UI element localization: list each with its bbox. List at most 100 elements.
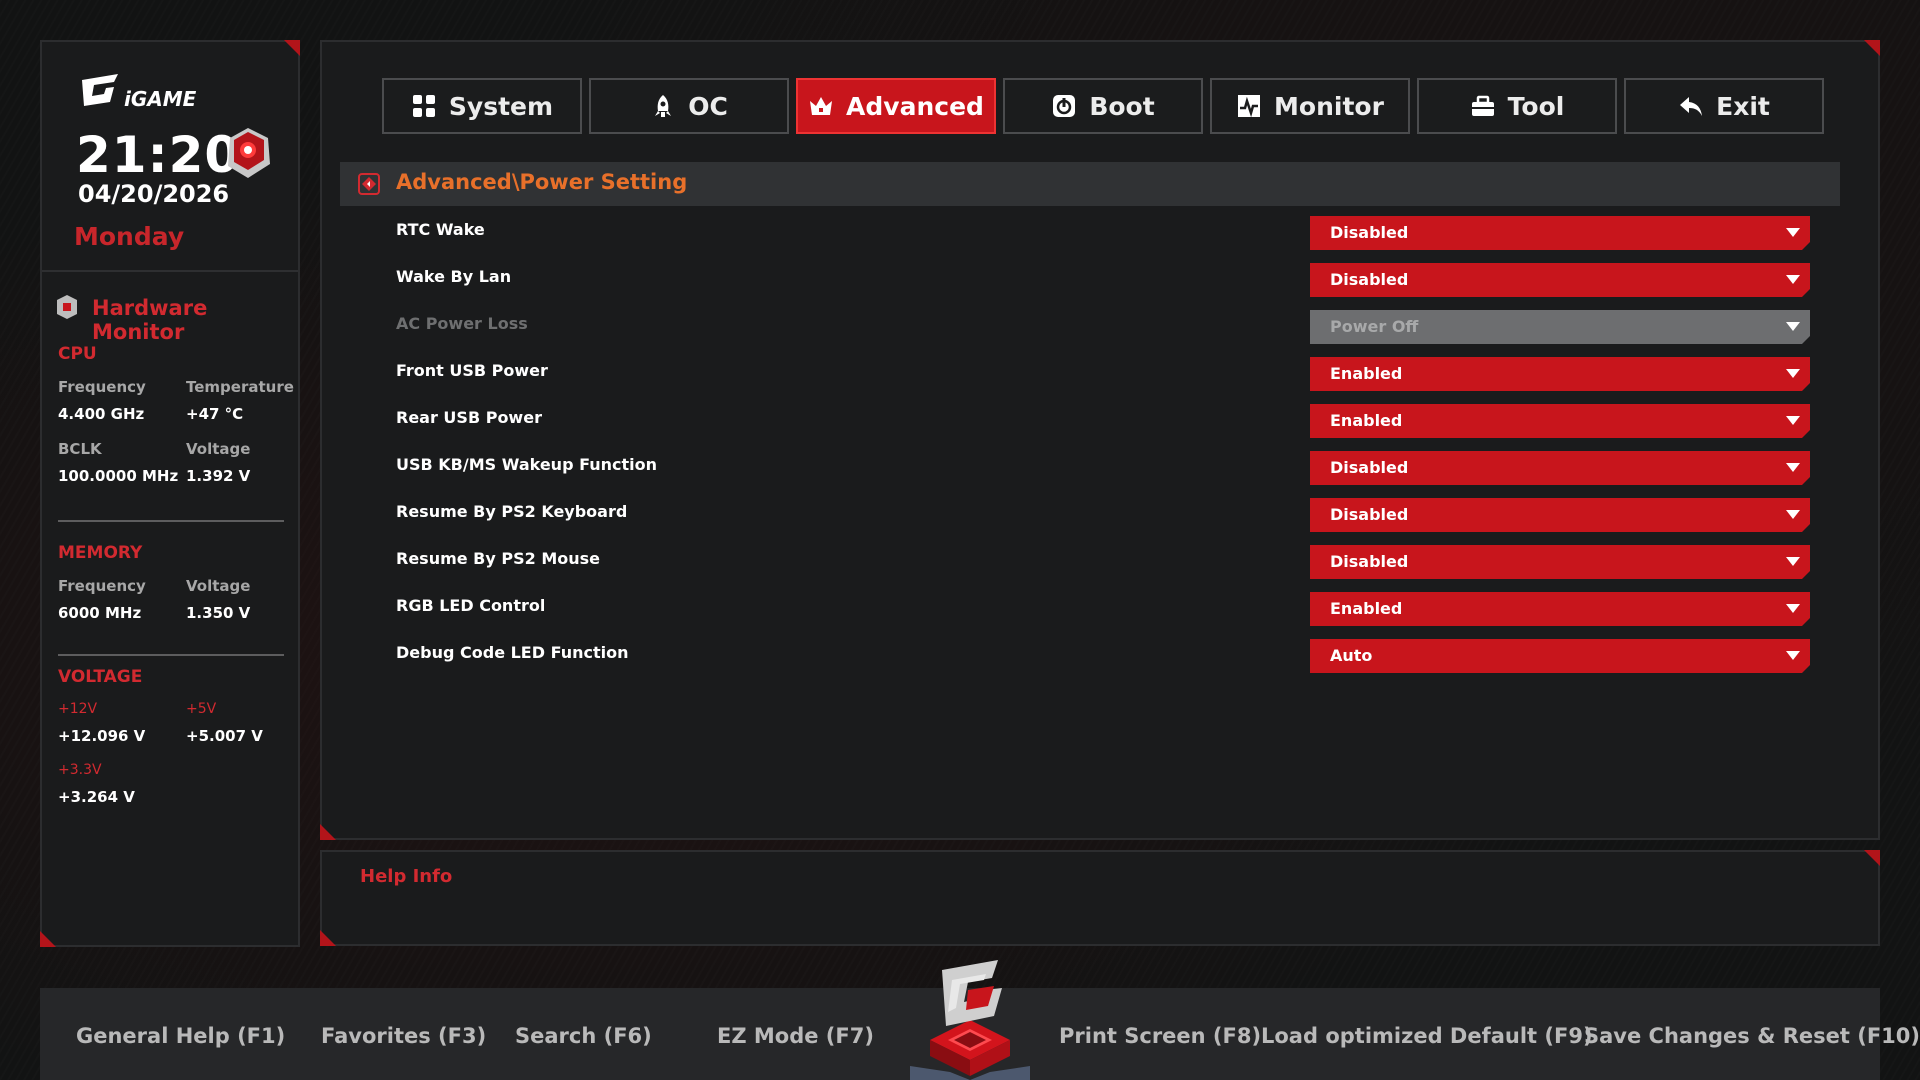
clock-date: 04/20/2026: [78, 180, 230, 208]
setting-label-debug-code-led: Debug Code LED Function: [396, 643, 629, 662]
tab-advanced[interactable]: Advanced: [796, 78, 996, 134]
hardware-monitor-icon: [57, 295, 77, 319]
tab-boot[interactable]: Boot: [1003, 78, 1203, 134]
igame-emblem-icon: [910, 960, 1030, 1080]
memory-frequency-value: 6000 MHz: [58, 604, 142, 622]
dropdown-value: Enabled: [1330, 411, 1403, 430]
dropdown-value: Disabled: [1330, 270, 1409, 289]
load-defaults-button[interactable]: Load optimized Default (F9): [1261, 1024, 1593, 1048]
tab-oc-label: OC: [688, 91, 728, 121]
dropdown-value: Disabled: [1330, 223, 1409, 242]
dropdown-arrow-icon: [1786, 322, 1800, 331]
setting-label-wake-by-lan: Wake By Lan: [396, 267, 512, 286]
dropdown-value: Auto: [1330, 646, 1373, 665]
sidebar-panel: iGAME 21:20 04/20/2026 Monday Hardware M…: [40, 40, 300, 947]
cpu-voltage-label: Voltage: [186, 440, 251, 458]
favorites-button[interactable]: Favorites (F3): [321, 1024, 486, 1048]
tab-tool[interactable]: Tool: [1417, 78, 1617, 134]
setting-dropdown-rear-usb-power[interactable]: Enabled: [1310, 404, 1810, 438]
memory-divider: [58, 654, 284, 656]
breadcrumb: Advanced\Power Setting: [396, 170, 688, 194]
dropdown-corner: [1802, 336, 1810, 344]
tab-monitor-label: Monitor: [1274, 91, 1384, 121]
setting-dropdown-rgb-led-control[interactable]: Enabled: [1310, 592, 1810, 626]
help-panel: Help Info: [320, 850, 1880, 946]
grid-icon: [412, 95, 435, 117]
setting-label-resume-ps2-keyboard: Resume By PS2 Keyboard: [396, 502, 628, 521]
toolbox-icon: [1471, 95, 1494, 116]
setting-dropdown-resume-ps2-mouse[interactable]: Disabled: [1310, 545, 1810, 579]
tab-boot-label: Boot: [1089, 91, 1155, 121]
tab-monitor[interactable]: Monitor: [1210, 78, 1410, 134]
dropdown-corner: [1802, 383, 1810, 391]
clock-day: Monday: [74, 222, 185, 251]
dropdown-arrow-icon: [1786, 369, 1800, 378]
sidebar-divider: [42, 270, 298, 272]
dropdown-arrow-icon: [1786, 510, 1800, 519]
logo-text: iGAME: [124, 87, 197, 111]
v12-value: +12.096 V: [58, 727, 146, 745]
v5-value: +5.007 V: [186, 727, 263, 745]
dropdown-corner: [1802, 242, 1810, 250]
setting-dropdown-wake-by-lan[interactable]: Disabled: [1310, 263, 1810, 297]
dropdown-corner: [1802, 618, 1810, 626]
dropdown-value: Disabled: [1330, 552, 1409, 571]
setting-dropdown-front-usb-power[interactable]: Enabled: [1310, 357, 1810, 391]
back-diamond-icon[interactable]: [358, 173, 380, 195]
tab-exit[interactable]: Exit: [1624, 78, 1824, 134]
breadcrumb-bar: Advanced\Power Setting: [340, 162, 1840, 206]
save-reset-button[interactable]: Save Changes & Reset (F10): [1584, 1024, 1920, 1048]
dropdown-value: Enabled: [1330, 364, 1403, 383]
dropdown-corner: [1802, 477, 1810, 485]
setting-dropdown-debug-code-led[interactable]: Auto: [1310, 639, 1810, 673]
general-help-button[interactable]: General Help (F1): [76, 1024, 285, 1048]
cpu-voltage-value: 1.392 V: [186, 467, 251, 485]
setting-label-rear-usb-power: Rear USB Power: [396, 408, 542, 427]
clock-time: 21:20: [76, 126, 241, 184]
tab-advanced-label: Advanced: [846, 91, 984, 121]
dropdown-arrow-icon: [1786, 275, 1800, 284]
memory-voltage-value: 1.350 V: [186, 604, 251, 622]
dropdown-value: Disabled: [1330, 458, 1409, 477]
dropdown-corner: [1802, 430, 1810, 438]
cpu-frequency-label: Frequency: [58, 378, 146, 396]
setting-dropdown-resume-ps2-keyboard[interactable]: Disabled: [1310, 498, 1810, 532]
power-icon: [1053, 95, 1076, 117]
memory-voltage-label: Voltage: [186, 577, 251, 595]
setting-dropdown-usb-kbms-wakeup[interactable]: Disabled: [1310, 451, 1810, 485]
cpu-divider: [58, 520, 284, 522]
dropdown-value: Enabled: [1330, 599, 1403, 618]
v33-label: +3.3V: [58, 762, 102, 778]
dropdown-value: Power Off: [1330, 317, 1419, 336]
dropdown-value: Disabled: [1330, 505, 1409, 524]
tab-system[interactable]: System: [382, 78, 582, 134]
dropdown-arrow-icon: [1786, 228, 1800, 237]
dropdown-corner: [1802, 289, 1810, 297]
dropdown-corner: [1802, 665, 1810, 673]
dropdown-arrow-icon: [1786, 463, 1800, 472]
igame-logo: iGAME: [82, 74, 197, 111]
dropdown-arrow-icon: [1786, 416, 1800, 425]
setting-label-front-usb-power: Front USB Power: [396, 361, 548, 380]
tab-tool-label: Tool: [1507, 91, 1565, 121]
setting-label-resume-ps2-mouse: Resume By PS2 Mouse: [396, 549, 601, 568]
search-button[interactable]: Search (F6): [515, 1024, 652, 1048]
tab-oc[interactable]: OC: [589, 78, 789, 134]
setting-label-rtc-wake: RTC Wake: [396, 220, 485, 239]
setting-dropdown-rtc-wake[interactable]: Disabled: [1310, 216, 1810, 250]
memory-section-title: MEMORY: [58, 543, 143, 563]
cpu-temperature-value: +47 °C: [186, 405, 244, 423]
main-panel: System OC Advanced Boot Monitor Tool Exi…: [320, 40, 1880, 840]
hardware-monitor-title: Hardware Monitor: [92, 296, 208, 344]
v12-label: +12V: [58, 701, 98, 717]
ez-mode-button[interactable]: EZ Mode (F7): [717, 1024, 874, 1048]
pulse-icon: [1238, 95, 1261, 118]
print-screen-button[interactable]: Print Screen (F8): [1059, 1024, 1261, 1048]
back-arrow-icon: [1680, 97, 1703, 116]
dropdown-arrow-icon: [1786, 557, 1800, 566]
tab-exit-label: Exit: [1716, 91, 1770, 121]
dropdown-corner: [1802, 571, 1810, 579]
setting-dropdown-ac-power-loss: Power Off: [1310, 310, 1810, 344]
v33-value: +3.264 V: [58, 788, 135, 806]
setting-label-rgb-led-control: RGB LED Control: [396, 596, 546, 615]
